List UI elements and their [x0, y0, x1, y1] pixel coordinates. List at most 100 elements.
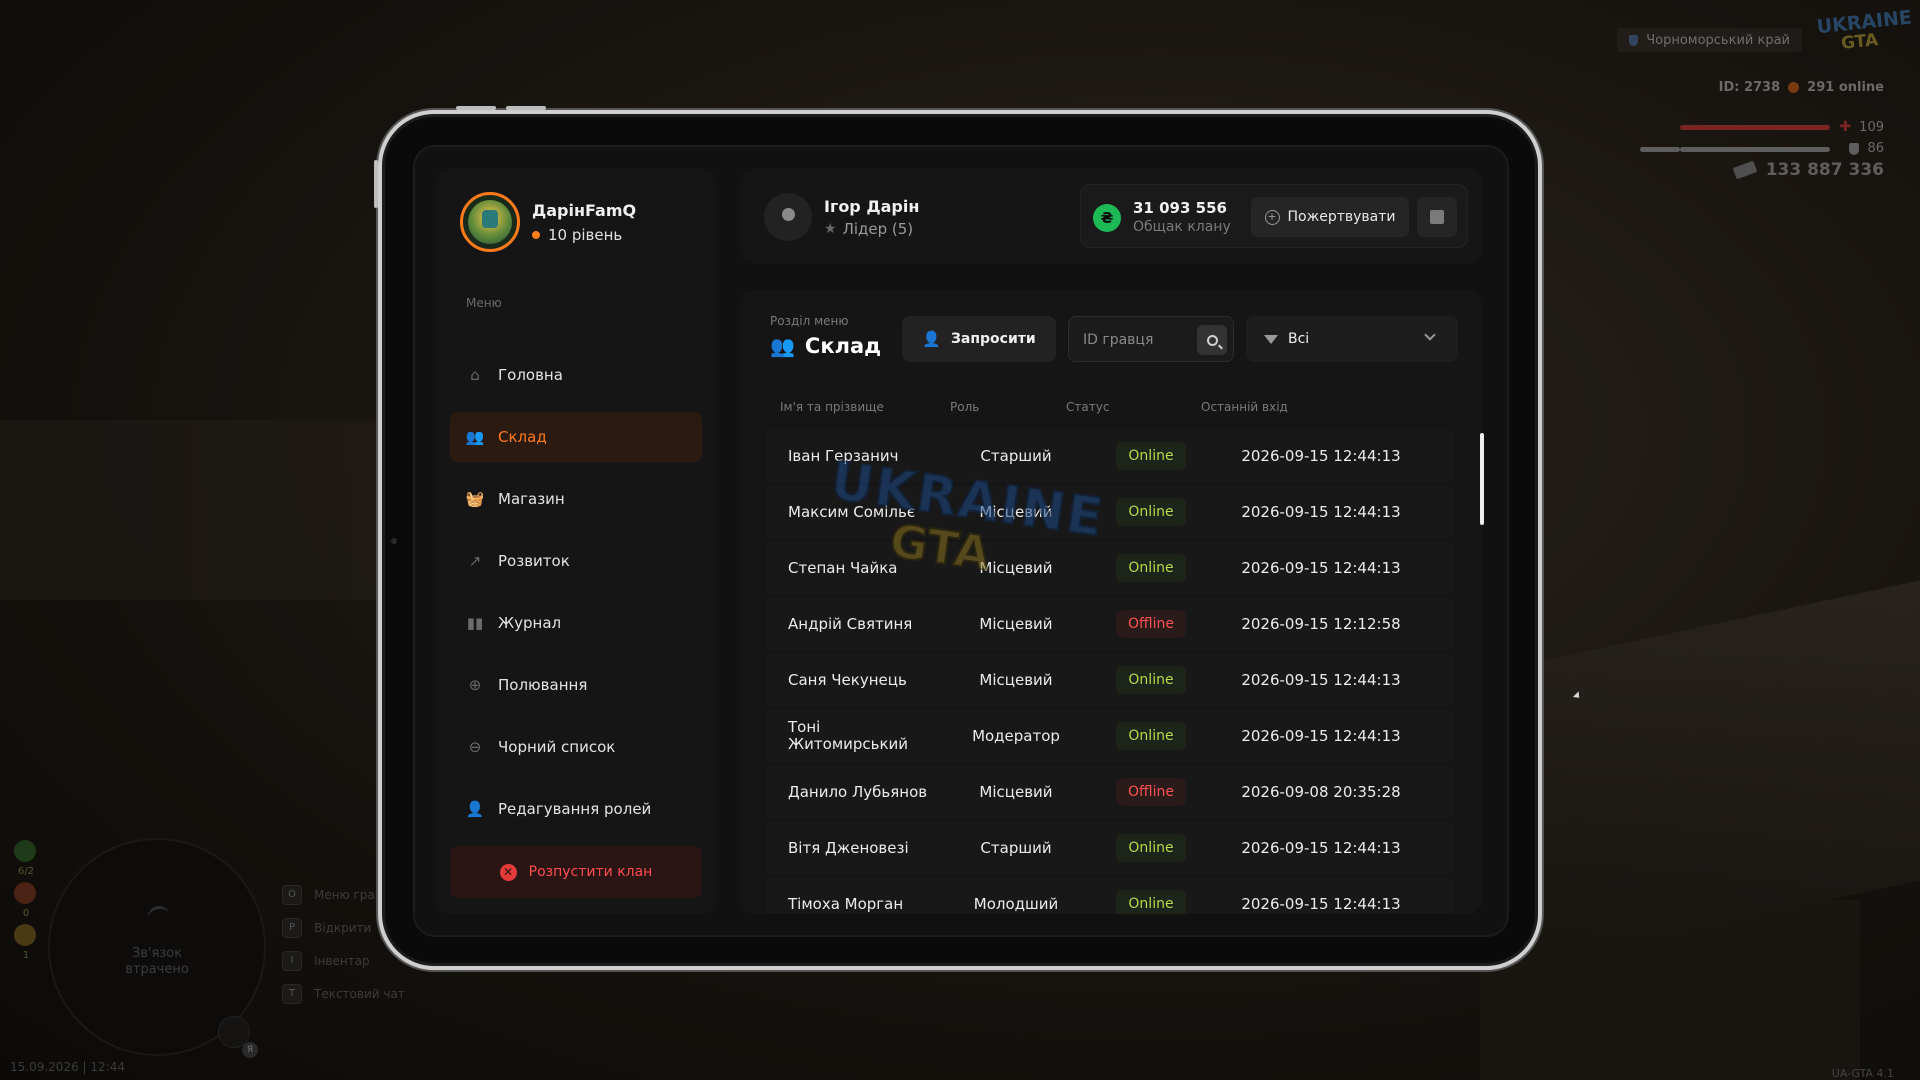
- members-panel: Розділ меню 👥 Склад 👤 Запросити Всі Ім'я…: [740, 290, 1482, 914]
- member-status: Online: [1111, 486, 1191, 538]
- clan-level: 10 рівень: [532, 226, 636, 244]
- member-last-login: 2026-09-15 12:12:58: [1241, 615, 1401, 633]
- member-last-login: 2026-09-15 12:44:13: [1241, 503, 1401, 521]
- armor-bar: [1680, 147, 1830, 152]
- bank-amount: 31 093 556: [1133, 199, 1227, 217]
- leader-avatar: [764, 193, 812, 241]
- user-icon: [781, 207, 795, 221]
- menu-caption: Меню: [466, 296, 502, 310]
- search-input[interactable]: [1083, 327, 1193, 353]
- filter-value: Всі: [1288, 331, 1310, 347]
- tablet-camera-icon: [391, 538, 397, 544]
- keybind-key: O: [282, 885, 302, 905]
- sidebar-item-shop[interactable]: 🧺 Магазин: [450, 474, 702, 524]
- sidebar-item-warehouse[interactable]: 👥 Склад: [450, 412, 702, 462]
- column-header-name: Ім'я та прізвище: [780, 400, 884, 414]
- sidebar-item-label: Розвиток: [498, 552, 570, 570]
- game-version: UA-GTA 4.1: [1831, 1067, 1894, 1080]
- online-dot-icon: [1788, 82, 1800, 93]
- health-value: ✚ 109: [1839, 119, 1884, 135]
- online-count: 291 online: [1807, 80, 1884, 95]
- bank-history-button[interactable]: [1417, 197, 1457, 237]
- player-id-line: ID: 2738 291 online: [1719, 80, 1884, 95]
- sidebar-item-roles[interactable]: 👤 Редагування ролей: [450, 784, 702, 834]
- table-row[interactable]: Андрій Святиня Місцевий Offline 2026-09-15 …: [766, 598, 1454, 650]
- sidebar-item-label: Чорний список: [498, 738, 616, 756]
- keybind-row: I Інвентар: [282, 950, 405, 972]
- minimap-status-line1: Зв'язок: [131, 946, 183, 961]
- money-value: 133 887 336: [1765, 160, 1884, 180]
- chart-icon: ↗: [468, 552, 482, 570]
- keybind-label: Відкрити: [314, 921, 372, 935]
- sidebar-item-label: Журнал: [498, 614, 562, 632]
- health-number: 109: [1859, 119, 1884, 135]
- search-icon: [1206, 334, 1218, 346]
- page-title: 👥 Склад: [770, 334, 881, 358]
- disband-clan-label: Розпустити клан: [528, 864, 653, 880]
- sidebar-item-hunting[interactable]: ⊕ Полювання: [450, 660, 702, 710]
- member-last-login: 2026-09-15 12:44:13: [1241, 727, 1401, 745]
- member-last-login: 2026-09-15 12:44:13: [1241, 839, 1401, 857]
- player-money: 133 887 336: [1732, 160, 1884, 180]
- table-row[interactable]: Данило Лубьянов Місцевий Offline 2026-09-08…: [766, 766, 1454, 818]
- side-stat-2: 0: [22, 908, 30, 919]
- minimap-status: Зв'язок втрачено: [50, 946, 264, 978]
- leader-info: Ігор Дарін ★ Лідер (5): [764, 193, 919, 241]
- page-title-label: Склад: [804, 334, 882, 358]
- invite-button[interactable]: 👤 Запросити: [902, 316, 1056, 362]
- no-signal-icon: [145, 903, 173, 931]
- leader-name: Ігор Дарін: [824, 196, 920, 216]
- donate-button[interactable]: + Пожертвувати: [1251, 197, 1409, 237]
- status-filter-dropdown[interactable]: Всі: [1246, 316, 1458, 362]
- clan-menu: ⌂ Головна 👥 Склад 🧺 Магазин ↗ Розвиток ▮…: [450, 350, 702, 846]
- plus-circle-icon: +: [1264, 209, 1280, 225]
- armor-value: 86: [1849, 141, 1884, 156]
- member-role: Старший: [980, 839, 1052, 857]
- table-row[interactable]: Саня Чекунець Місцевий Online 2026-09-15 12…: [766, 654, 1454, 706]
- status-badge: Online: [1116, 666, 1186, 694]
- clan-sidebar: ДарінFamQ 10 рівень Меню ⌂ Головна 👥 Скл…: [436, 168, 716, 914]
- sidebar-item-development[interactable]: ↗ Розвиток: [450, 536, 702, 586]
- crosshair-icon: ⊕: [468, 676, 482, 694]
- hryvnia-coin-icon: ₴: [1093, 204, 1121, 232]
- voice-badge: Я: [242, 1042, 258, 1058]
- sidebar-item-journal[interactable]: ▮▮ Журнал: [450, 598, 702, 648]
- bank-caption: Общак клану: [1133, 219, 1231, 235]
- table-row[interactable]: Вітя Дженовезі Старший Online 2026-09-15 12…: [766, 822, 1454, 874]
- table-scrollbar[interactable]: [1480, 433, 1484, 525]
- search-button[interactable]: [1197, 325, 1227, 355]
- table-row[interactable]: Тімоха Морган Молодший Online 2026-09-15 12…: [766, 878, 1454, 914]
- table-row[interactable]: Тоні Житомирський Модератор Online 2026-09-…: [766, 710, 1454, 762]
- status-badge: Online: [1116, 890, 1186, 914]
- hud-datetime: 15.09.2026 | 12:44: [10, 1060, 125, 1074]
- sidebar-item-home[interactable]: ⌂ Головна: [450, 350, 702, 400]
- server-name-label: Чорноморський край: [1646, 32, 1790, 48]
- side-stat-1: 6/2: [17, 866, 35, 877]
- member-status: Online: [1111, 878, 1191, 914]
- player-search: [1068, 316, 1234, 362]
- health-cross-icon: ✚: [1839, 119, 1852, 135]
- keybind-key: I: [282, 951, 302, 971]
- sidebar-item-blacklist[interactable]: ⊖ Чорний список: [450, 722, 702, 772]
- member-status: Online: [1111, 822, 1191, 874]
- tablet-button: [506, 106, 546, 110]
- chevron-down-icon: [1424, 329, 1436, 341]
- tablet-side-button: [374, 160, 378, 208]
- member-role: Молодший: [973, 895, 1059, 913]
- basket-icon: 🧺: [465, 490, 485, 508]
- clan-info: ДарінFamQ 10 рівень: [532, 201, 636, 244]
- sidebar-item-label: Склад: [498, 428, 547, 446]
- disband-clan-button[interactable]: ✕ Розпустити клан: [450, 846, 702, 898]
- status-star-icon: [14, 924, 36, 946]
- member-name: Данило Лубьянов: [788, 782, 928, 801]
- status-badge: Online: [1116, 554, 1186, 582]
- armor-shield-icon: [1849, 142, 1860, 155]
- table-row[interactable]: Степан Чайка Місцевий Online 2026-09-15 12:…: [766, 542, 1454, 594]
- server-name: Чорноморський край: [1617, 28, 1802, 52]
- status-badge: Offline: [1116, 778, 1186, 806]
- donate-label: Пожертвувати: [1287, 209, 1396, 225]
- column-header-role: Роль: [950, 400, 980, 414]
- sidebar-item-label: Редагування ролей: [498, 800, 652, 818]
- section-caption: Розділ меню: [770, 314, 849, 328]
- status-badge: Online: [1116, 722, 1186, 750]
